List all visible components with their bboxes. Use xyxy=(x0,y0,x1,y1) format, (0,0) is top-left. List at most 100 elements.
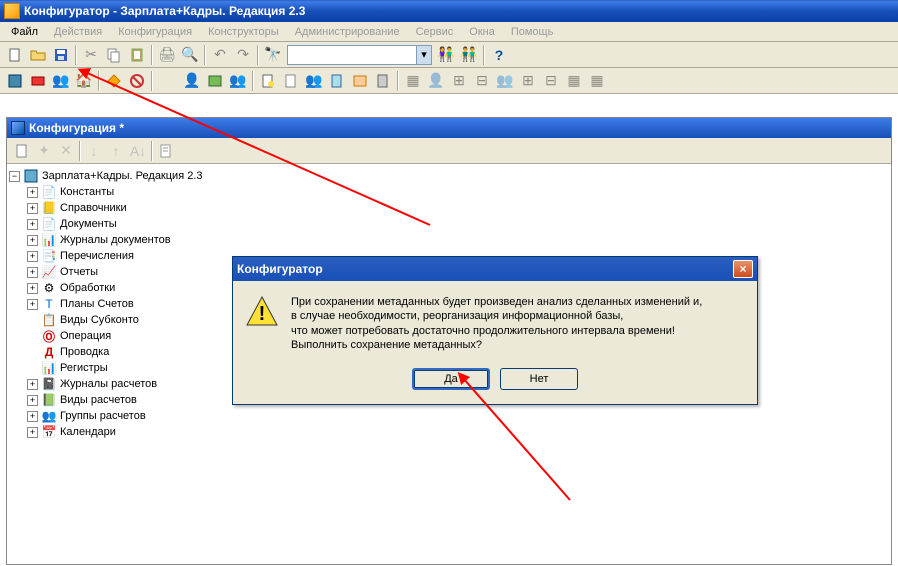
calc-journals-icon: 📓 xyxy=(41,376,57,392)
svg-text:!: ! xyxy=(259,303,266,325)
separator xyxy=(79,141,81,161)
expand-icon[interactable]: + xyxy=(27,235,38,246)
expand-icon[interactable]: + xyxy=(27,299,38,310)
menu-file[interactable]: Файл xyxy=(4,24,45,40)
menu-admin[interactable]: Администрирование xyxy=(288,24,407,40)
calc-types-icon: 📗 xyxy=(41,392,57,408)
warning-icon: ! xyxy=(245,295,279,329)
operation-icon: Ⓞ xyxy=(41,328,57,344)
tb2-13[interactable] xyxy=(326,70,348,92)
tb2-3[interactable]: 👥 xyxy=(50,70,72,92)
expand-icon[interactable]: + xyxy=(27,379,38,390)
tb2-1[interactable] xyxy=(4,70,26,92)
tb2-d6: ⊞ xyxy=(517,70,539,92)
no-button[interactable]: Нет xyxy=(500,368,578,390)
menu-help[interactable]: Помощь xyxy=(504,24,561,40)
charts-icon: T xyxy=(41,296,57,312)
config-title: Конфигурация * xyxy=(29,121,124,135)
tb2-d1: ▦ xyxy=(402,70,424,92)
undo-button[interactable]: ↶ xyxy=(209,44,231,66)
separator xyxy=(151,45,153,65)
find-prev-button[interactable]: 👬 xyxy=(458,44,480,66)
separator xyxy=(204,45,206,65)
open-button[interactable] xyxy=(27,44,49,66)
tree-item[interactable]: +📊Журналы документов xyxy=(9,232,891,248)
tb2-6[interactable] xyxy=(126,70,148,92)
search-combo[interactable]: ▾ xyxy=(287,45,432,65)
expand-icon[interactable]: + xyxy=(27,267,38,278)
ct-1[interactable] xyxy=(11,140,33,162)
tree-item[interactable]: +📅Календари xyxy=(9,424,891,440)
save-button[interactable] xyxy=(50,44,72,66)
tb2-d5: 👥 xyxy=(494,70,516,92)
chevron-down-icon[interactable]: ▾ xyxy=(416,46,431,64)
confirm-dialog: Конфигуратор × ! При сохранении метаданн… xyxy=(232,256,758,405)
config-icon xyxy=(11,121,25,135)
expand-icon[interactable]: + xyxy=(27,395,38,406)
tb2-d8: ▦ xyxy=(563,70,585,92)
tb2-14[interactable] xyxy=(349,70,371,92)
tb2-12[interactable]: 👥 xyxy=(303,70,325,92)
print-button[interactable]: 🖨 xyxy=(156,44,178,66)
separator xyxy=(252,71,254,91)
tb2-10[interactable] xyxy=(257,70,279,92)
cut-button[interactable]: ✂ xyxy=(80,44,102,66)
tb2-d7: ⊟ xyxy=(540,70,562,92)
catalogs-icon: 📒 xyxy=(41,200,57,216)
tree-item[interactable]: +📄Документы xyxy=(9,216,891,232)
config-titlebar[interactable]: Конфигурация * xyxy=(7,118,891,138)
expand-icon[interactable]: + xyxy=(27,411,38,422)
title-text: Конфигуратор - Зарплата+Кадры. Редакция … xyxy=(24,4,305,18)
find-next-button[interactable]: 👫 xyxy=(435,44,457,66)
tb2-5[interactable] xyxy=(103,70,125,92)
doc-journals-icon: 📊 xyxy=(41,232,57,248)
separator xyxy=(483,45,485,65)
dialog-body: ! При сохранении метаданных будет произв… xyxy=(233,281,757,364)
dialog-titlebar[interactable]: Конфигуратор × xyxy=(233,257,757,281)
registers-icon: 📊 xyxy=(41,360,57,376)
menu-constructors[interactable]: Конструкторы xyxy=(201,24,286,40)
config-root-icon xyxy=(23,168,39,184)
toolbar-secondary: 👥 🏠 👤 👥 👥 ▦ 👤 ⊞ ⊟ 👥 ⊞ ⊟ ▦ ▦ xyxy=(0,68,898,94)
tree-item[interactable]: +📒Справочники xyxy=(9,200,891,216)
reports-icon: 📈 xyxy=(41,264,57,280)
tb2-8[interactable] xyxy=(204,70,226,92)
find-button[interactable]: 🔭 xyxy=(262,44,284,66)
tb2-d9: ▦ xyxy=(586,70,608,92)
preview-button[interactable]: 🔍 xyxy=(179,44,201,66)
tb2-9[interactable]: 👥 xyxy=(227,70,249,92)
menu-windows[interactable]: Окна xyxy=(462,24,502,40)
ct-desc[interactable] xyxy=(155,140,177,162)
expand-icon[interactable]: + xyxy=(27,219,38,230)
tree-item[interactable]: +👥Группы расчетов xyxy=(9,408,891,424)
tb2-d4: ⊟ xyxy=(471,70,493,92)
yes-button[interactable]: Да xyxy=(412,368,490,390)
expand-icon[interactable]: + xyxy=(27,283,38,294)
collapse-icon[interactable]: − xyxy=(9,171,20,182)
tb2-11[interactable] xyxy=(280,70,302,92)
paste-button[interactable] xyxy=(126,44,148,66)
tb2-2[interactable] xyxy=(27,70,49,92)
separator xyxy=(151,141,153,161)
expand-icon[interactable]: + xyxy=(27,187,38,198)
expand-icon[interactable]: + xyxy=(27,251,38,262)
enums-icon: 📑 xyxy=(41,248,57,264)
tree-item[interactable]: +📄Константы xyxy=(9,184,891,200)
menu-service[interactable]: Сервис xyxy=(409,24,461,40)
new-button[interactable] xyxy=(4,44,26,66)
menu-actions[interactable]: Действия xyxy=(47,24,109,40)
expand-icon[interactable]: + xyxy=(27,427,38,438)
tb2-15[interactable] xyxy=(372,70,394,92)
menu-config[interactable]: Конфигурация xyxy=(111,24,199,40)
constants-icon: 📄 xyxy=(41,184,57,200)
dialog-close-button[interactable]: × xyxy=(733,260,753,278)
copy-button[interactable] xyxy=(103,44,125,66)
redo-button[interactable]: ↷ xyxy=(232,44,254,66)
help-button[interactable]: ? xyxy=(488,44,510,66)
expand-icon[interactable]: + xyxy=(27,203,38,214)
subconto-icon: 📋 xyxy=(41,312,57,328)
tb2-7[interactable]: 👤 xyxy=(181,70,203,92)
menu-bar: Файл Действия Конфигурация Конструкторы … xyxy=(0,22,898,42)
tb2-4[interactable]: 🏠 xyxy=(73,70,95,92)
tree-root[interactable]: − Зарплата+Кадры. Редакция 2.3 xyxy=(9,168,891,184)
